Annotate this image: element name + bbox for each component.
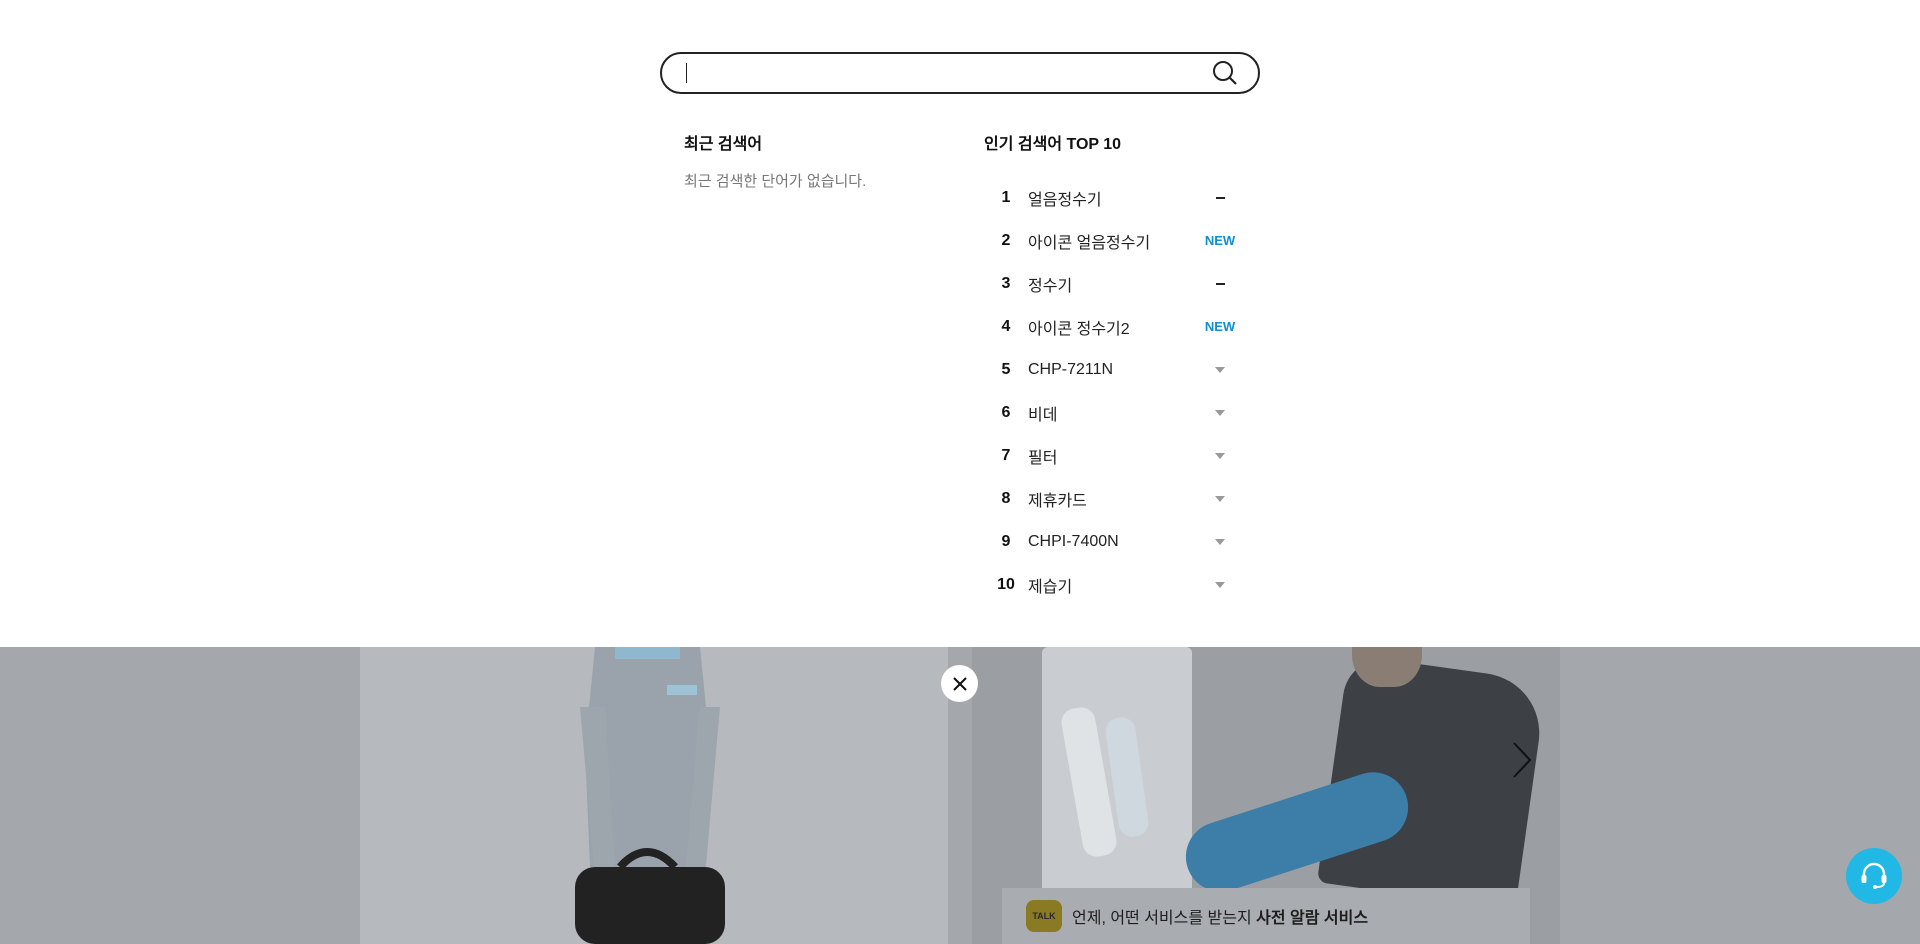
recent-searches-title: 최근 검색어 xyxy=(684,136,763,153)
rank-keyword: 아이콘 정수기2 xyxy=(1028,320,1130,338)
rank-down-icon xyxy=(1196,538,1244,545)
recent-searches: 최근 검색어 최근 검색한 단어가 없습니다. xyxy=(684,130,944,191)
triangle-down-icon xyxy=(1215,452,1225,459)
popular-search-item[interactable]: 3 정수기 xyxy=(984,262,1244,305)
rank-unchanged-icon xyxy=(1196,282,1244,285)
rank-number: 2 xyxy=(1001,231,1011,249)
alarm-service-text: 언제, 어떤 서비스를 받는지 사전 알람 서비스 xyxy=(1072,910,1369,927)
kakaotalk-icon: TALK xyxy=(1026,900,1062,932)
chevron-right-icon[interactable] xyxy=(1506,740,1536,780)
person-illustration xyxy=(575,647,725,944)
search-layer: 최근 검색어 최근 검색한 단어가 없습니다. 인기 검색어 TOP 10 1얼… xyxy=(0,0,1920,647)
rank-down-icon xyxy=(1196,581,1244,588)
rank-keyword: CHP-7211N xyxy=(1028,360,1114,378)
rank-keyword: 아이콘 얼음정수기 xyxy=(1028,234,1151,252)
search-button[interactable] xyxy=(1212,60,1238,86)
dash-icon xyxy=(1215,196,1225,199)
rank-new-badge: NEW xyxy=(1204,233,1236,248)
rank-keyword: 제습기 xyxy=(1028,578,1073,596)
rank-down-icon xyxy=(1196,366,1244,373)
popular-search-item[interactable]: 8 제휴카드 xyxy=(984,477,1244,520)
popular-search-item[interactable]: 10 제습기 xyxy=(984,563,1244,606)
search-icon xyxy=(1213,61,1237,85)
popular-search-item[interactable]: 1 얼음정수기 xyxy=(984,176,1244,219)
popular-search-item[interactable]: 7 필터 xyxy=(984,434,1244,477)
rank-number: 9 xyxy=(1001,532,1011,550)
rank-new-badge: NEW xyxy=(1204,319,1236,334)
rank-number: 6 xyxy=(1001,403,1011,421)
rank-number: 4 xyxy=(1001,317,1011,335)
rank-down-icon xyxy=(1196,452,1244,459)
search-input[interactable] xyxy=(691,54,1212,92)
rank-number: 3 xyxy=(1001,274,1011,292)
triangle-down-icon xyxy=(1215,538,1225,545)
rank-keyword: 얼음정수기 xyxy=(1028,191,1102,209)
triangle-down-icon xyxy=(1215,409,1225,416)
rank-keyword: 필터 xyxy=(1028,449,1058,467)
text-caret xyxy=(686,63,687,83)
triangle-down-icon xyxy=(1215,495,1225,502)
rank-keyword: 제휴카드 xyxy=(1028,492,1087,510)
popular-search-item[interactable]: 4 아이콘 정수기2 NEW xyxy=(984,305,1244,348)
alarm-service-banner[interactable]: TALK 언제, 어떤 서비스를 받는지 사전 알람 서비스 xyxy=(1002,888,1530,944)
rank-keyword: 정수기 xyxy=(1028,277,1073,295)
recent-searches-empty: 최근 검색한 단어가 없습니다. xyxy=(684,173,867,190)
popular-search-item[interactable]: 9 CHPI-7400N xyxy=(984,520,1244,563)
rank-number: 10 xyxy=(997,575,1015,593)
triangle-down-icon xyxy=(1215,581,1225,588)
close-button[interactable] xyxy=(941,665,978,702)
rank-keyword: 비데 xyxy=(1028,406,1058,424)
popular-search-item[interactable]: 6 비데 xyxy=(984,391,1244,434)
popular-searches-title: 인기 검색어 TOP 10 xyxy=(984,136,1122,153)
rank-number: 5 xyxy=(1001,360,1011,378)
rank-number: 1 xyxy=(1001,188,1011,206)
close-icon xyxy=(952,676,967,691)
search-box xyxy=(660,52,1260,94)
rank-unchanged-icon xyxy=(1196,196,1244,199)
popular-search-item[interactable]: 5 CHP-7211N xyxy=(984,348,1244,391)
rank-number: 8 xyxy=(1001,489,1011,507)
chat-support-button[interactable] xyxy=(1846,848,1902,904)
triangle-down-icon xyxy=(1215,366,1225,373)
rank-number: 7 xyxy=(1001,446,1011,464)
popular-search-item[interactable]: 2 아이콘 얼음정수기 NEW xyxy=(984,219,1244,262)
popular-search-list: 1 얼음정수기 2 아이콘 얼음정수기 NEW 3 정수기 4 아이콘 정수기2 NEW 5 CHP-… xyxy=(984,176,1244,606)
rank-down-icon xyxy=(1196,409,1244,416)
rank-down-icon xyxy=(1196,495,1244,502)
headset-icon xyxy=(1861,862,1887,889)
popular-searches: 인기 검색어 TOP 10 1 얼음정수기 2 아이콘 얼음정수기 NEW 3 정수기 4 아이… xyxy=(984,130,1244,606)
rank-keyword: CHPI-7400N xyxy=(1028,532,1119,550)
dash-icon xyxy=(1215,282,1225,285)
